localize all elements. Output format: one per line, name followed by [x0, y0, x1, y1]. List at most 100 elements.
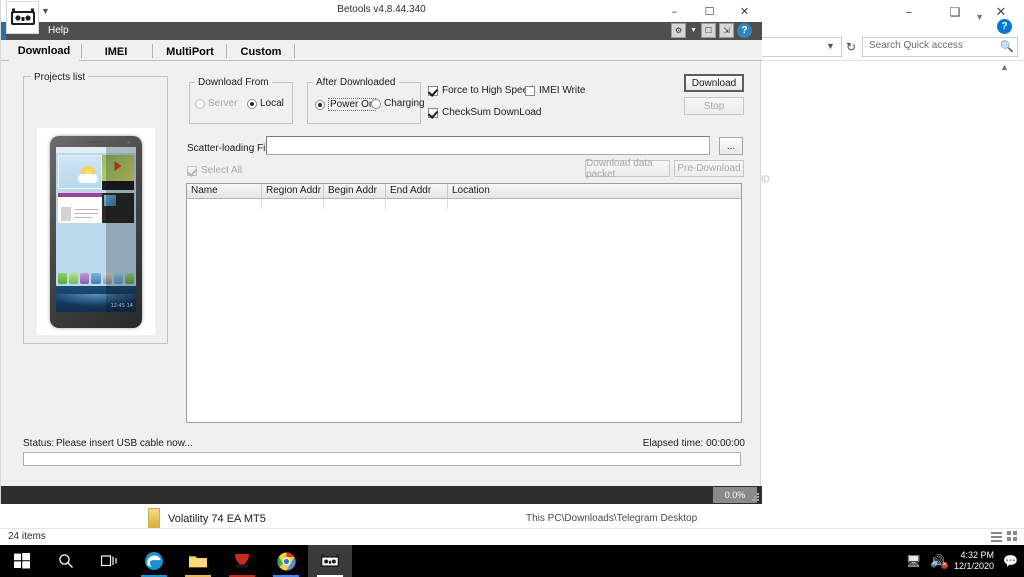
- menu-item-help[interactable]: Help: [48, 25, 69, 36]
- radio-local-label: Local: [260, 98, 284, 109]
- file-name-label[interactable]: Volatility 74 EA MT5: [168, 513, 266, 525]
- explorer-help-icon[interactable]: ?: [997, 19, 1012, 34]
- windows-taskbar: 🖥 🔊 ✕ 4:32 PM 12/1/2020 💬: [0, 545, 1024, 577]
- betools-taskbar-button[interactable]: [308, 545, 352, 577]
- table-column-divider: [385, 199, 386, 209]
- status-panel: Status: Please insert USB cable now... E…: [15, 432, 747, 468]
- contacts-icon: [69, 273, 78, 284]
- refresh-icon[interactable]: ↻: [843, 38, 859, 56]
- system-tray: 🖥 🔊 ✕ 4:32 PM 12/1/2020 💬: [906, 545, 1024, 577]
- table-column-divider: [261, 199, 262, 209]
- export-icon[interactable]: ⇲: [719, 23, 734, 38]
- progress-percent-label: 0.0%: [713, 487, 757, 503]
- checkbox-select-all[interactable]: Select All: [187, 165, 242, 176]
- progress-bar: [23, 452, 741, 466]
- search-button[interactable]: [44, 545, 88, 577]
- status-label: Status:: [23, 438, 54, 449]
- radio-charging-indicator: [371, 99, 381, 109]
- betools-minimize-button[interactable]: –: [657, 0, 692, 22]
- tab-divider: [294, 44, 295, 58]
- table-column-divider: [447, 199, 448, 209]
- address-chevron-down-icon[interactable]: ▼: [826, 41, 835, 51]
- checkbox-imei-write-box: [525, 86, 535, 96]
- tablet-app-dock: [56, 271, 136, 286]
- edge-button[interactable]: [132, 545, 176, 577]
- pre-download-button[interactable]: Pre-Download: [674, 160, 744, 177]
- tab-divider: [81, 44, 82, 58]
- messaging-icon: [80, 273, 89, 284]
- action-center-icon[interactable]: 💬: [1003, 554, 1018, 568]
- pane-collapse-chevron-up-icon[interactable]: ▲: [1000, 62, 1009, 72]
- radio-server-indicator: [195, 99, 205, 109]
- table-header-location[interactable]: Location: [448, 184, 741, 198]
- tablet-speaker: [88, 141, 104, 143]
- checkbox-force-high-speed[interactable]: Force to High Speed: [428, 85, 534, 96]
- file-icon: [148, 508, 160, 528]
- checkbox-checksum-download-label: CheckSum DownLoad: [442, 107, 542, 118]
- task-view-button[interactable]: [88, 545, 132, 577]
- volume-muted-icon[interactable]: 🔊 ✕: [930, 554, 945, 568]
- tab-custom[interactable]: Custom: [230, 41, 292, 62]
- table-header-begin-addr[interactable]: Begin Addr: [324, 184, 386, 198]
- partition-table[interactable]: Name Region Addr Begin Addr End Addr Loc…: [186, 183, 742, 423]
- start-button[interactable]: [0, 545, 44, 577]
- radio-charging-label: Charging: [384, 98, 425, 109]
- checkbox-imei-write-label: IMEI Write: [539, 85, 585, 96]
- chrome-button[interactable]: [264, 545, 308, 577]
- explorer-view-buttons: [991, 531, 1018, 542]
- news-text-line: [74, 209, 98, 210]
- betools-app-icon: [6, 1, 39, 34]
- checkbox-imei-write[interactable]: IMEI Write: [525, 85, 585, 96]
- table-header-end-addr[interactable]: End Addr: [386, 184, 448, 198]
- tools-chevron-down-icon[interactable]: ▼: [690, 27, 697, 34]
- explorer-minimize-button[interactable]: –: [886, 0, 932, 24]
- betools-window-controls: – ☐ ✕: [657, 0, 762, 22]
- radio-charging[interactable]: Charging: [371, 98, 425, 109]
- weather-widget: [58, 155, 102, 189]
- tablet-clock: 12:45 14: [111, 303, 133, 309]
- explorer-maximize-button[interactable]: ❑: [932, 0, 978, 24]
- video-widget: [102, 155, 134, 181]
- window-icon[interactable]: ☐: [701, 23, 716, 38]
- radio-local[interactable]: Local: [247, 98, 284, 109]
- connect-icon[interactable]: ⚙: [671, 23, 686, 38]
- checkbox-checksum-download[interactable]: CheckSum DownLoad: [428, 107, 542, 118]
- file-explorer-button[interactable]: [176, 545, 220, 577]
- elapsed-time-label: Elapsed time: 00:00:00: [643, 438, 745, 449]
- radio-power-on-indicator: [315, 100, 325, 110]
- tab-download[interactable]: Download: [9, 41, 79, 62]
- ribbon-collapse-chevron-down-icon[interactable]: ▼: [975, 12, 984, 22]
- search-placeholder: Search Quick access: [869, 40, 963, 51]
- resize-grip-icon[interactable]: [752, 493, 760, 501]
- browse-button[interactable]: ...: [719, 137, 743, 155]
- table-header-name[interactable]: Name: [187, 184, 262, 198]
- download-from-label: Download From: [195, 77, 272, 88]
- betools-maximize-button[interactable]: ☐: [692, 0, 727, 22]
- download-button[interactable]: Download: [684, 74, 744, 92]
- projects-list-label: Projects list: [31, 72, 88, 83]
- radio-power-on[interactable]: Power On: [315, 98, 376, 111]
- network-icon[interactable]: 🖥: [906, 554, 921, 568]
- table-header-region-addr[interactable]: Region Addr: [262, 184, 324, 198]
- radio-power-on-label: Power On: [328, 98, 376, 111]
- play-icon: [115, 161, 122, 171]
- gallery-icon: [103, 273, 112, 284]
- quick-access-chevron-down-icon[interactable]: ▼: [41, 6, 50, 16]
- menubar-tool-icons: ⚙ ▼ ☐ ⇲ ?: [671, 23, 752, 38]
- download-data-packet-button[interactable]: Download data packet: [585, 160, 670, 177]
- betools-window-title: Betools v4.8.44.340: [1, 4, 762, 15]
- help-icon[interactable]: ?: [737, 23, 752, 38]
- details-view-icon[interactable]: [991, 531, 1002, 542]
- tab-imei[interactable]: IMEI: [86, 41, 146, 62]
- tab-divider: [226, 44, 227, 58]
- clock[interactable]: 4:32 PM 12/1/2020: [954, 550, 994, 572]
- radio-server[interactable]: Server: [195, 98, 237, 109]
- betools-close-button[interactable]: ✕: [727, 0, 762, 22]
- scatter-loading-file-input[interactable]: [266, 136, 710, 155]
- explorer-separator: [760, 60, 1024, 61]
- stop-button[interactable]: Stop: [684, 97, 744, 115]
- tab-multiport[interactable]: MultiPort: [156, 41, 224, 62]
- tablet-camera: [127, 141, 130, 144]
- large-icons-view-icon[interactable]: [1007, 531, 1018, 542]
- pdf-app-button[interactable]: [220, 545, 264, 577]
